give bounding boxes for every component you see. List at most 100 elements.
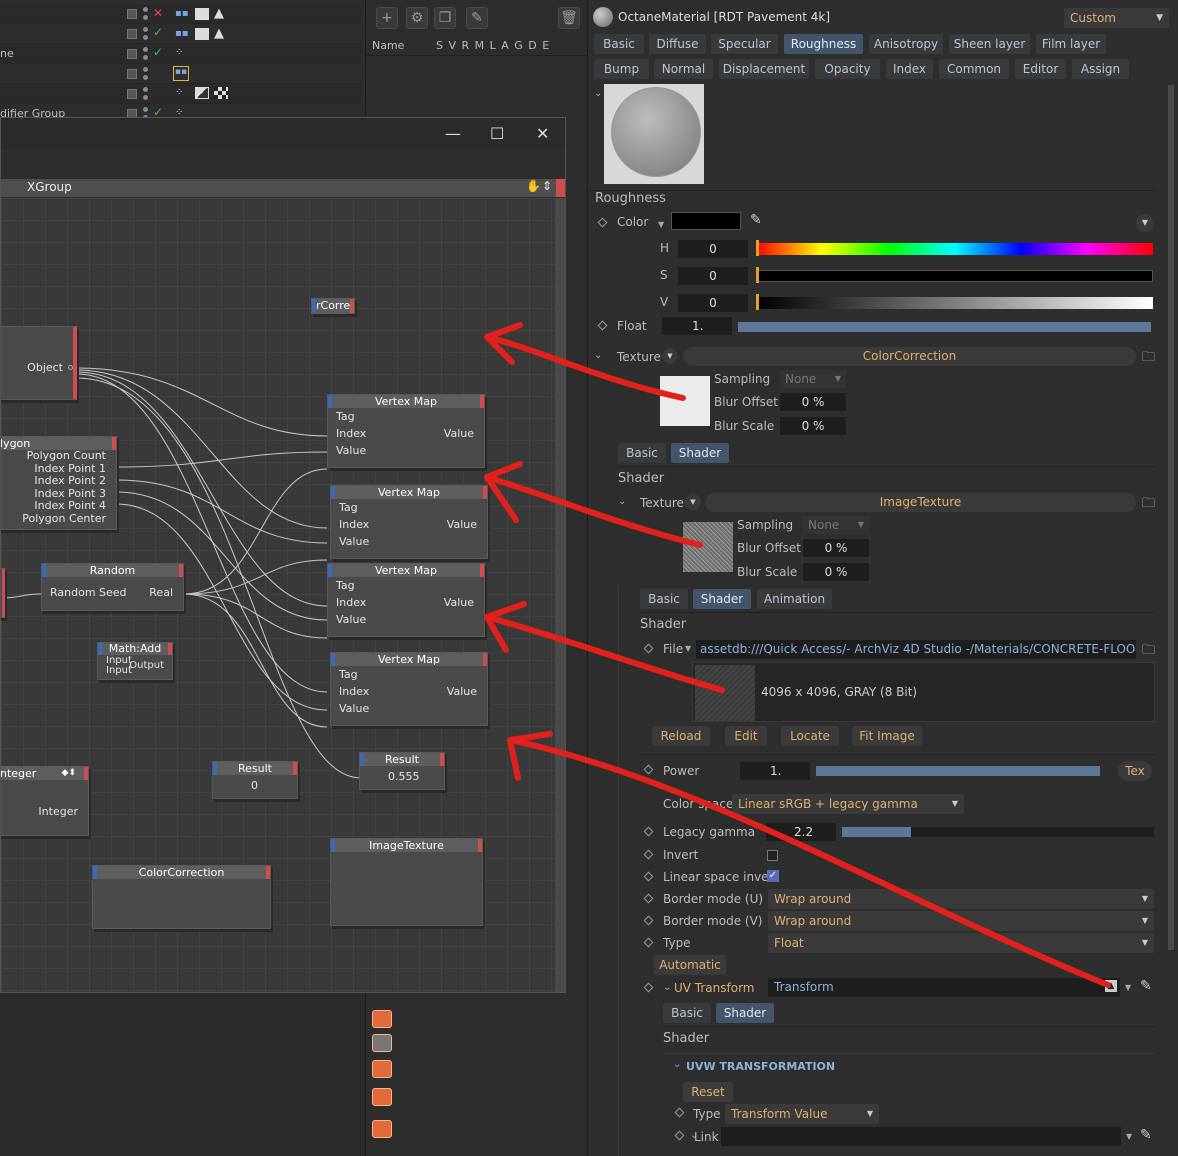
vertex-map-tag-icon[interactable]: ▪▪	[175, 28, 189, 40]
result-node[interactable]: Result 0.555	[359, 752, 445, 790]
link-field[interactable]	[721, 1127, 1121, 1146]
hue-slider[interactable]	[756, 243, 1153, 255]
it-blur-scale-field[interactable]: 0 %	[803, 563, 869, 581]
maximize-button[interactable]: ☐	[490, 124, 504, 143]
node-stub[interactable]	[1, 568, 5, 618]
close-button[interactable]: ✕	[536, 124, 549, 143]
checkbox-icon[interactable]	[127, 29, 137, 39]
tab-displacement[interactable]: Displacement	[719, 59, 809, 79]
vertex-map-node[interactable]: Vertex Map Tag Index Value Value	[330, 652, 488, 726]
keyframe-icon[interactable]	[643, 937, 654, 948]
tab-basic[interactable]: Basic	[594, 34, 644, 54]
preset-dropdown[interactable]: Custom ▼	[1064, 8, 1169, 28]
tab-bump[interactable]: Bump	[594, 59, 649, 79]
enabled-check-icon[interactable]: ✓	[153, 45, 163, 59]
math-add-node[interactable]: Math:Add Input Input Output	[97, 642, 173, 680]
tex-button[interactable]: Tex	[1118, 761, 1152, 781]
imagetexture-node[interactable]: ImageTexture	[330, 838, 483, 926]
hue-field[interactable]: 0	[678, 240, 748, 258]
tab-roughness[interactable]: Roughness	[784, 34, 863, 54]
checkbox-icon[interactable]	[127, 89, 137, 99]
tab-normal[interactable]: Normal	[654, 59, 713, 79]
material-icon[interactable]	[372, 1088, 392, 1106]
uv-transform-link[interactable]: Transform	[768, 978, 1120, 997]
cc-sampling-dropdown[interactable]: None ▼	[780, 370, 846, 388]
it-tab-basic[interactable]: Basic	[640, 589, 688, 609]
vertex-map-node[interactable]: Vertex Map Tag Index Value Value	[327, 563, 485, 637]
material-icon[interactable]	[372, 1034, 392, 1052]
uv-tab-basic[interactable]: Basic	[663, 1003, 711, 1023]
tab-opacity[interactable]: Opacity	[815, 59, 880, 79]
sort-icon[interactable]: ⇕	[542, 179, 552, 193]
tab-assign[interactable]: Assign	[1072, 59, 1129, 79]
object-row[interactable]: ✓ ▪▪ ▲	[0, 24, 362, 44]
eyedropper-icon[interactable]: ✎	[750, 212, 762, 228]
reload-button[interactable]: Reload	[652, 726, 710, 746]
panel-scrollbar[interactable]	[1168, 85, 1174, 950]
polygon-node[interactable]: lygon Polygon Count Index Point 1 Index …	[1, 436, 117, 530]
chevron-down-icon[interactable]: ⌄	[663, 982, 671, 993]
edit-button[interactable]: Edit	[725, 726, 767, 746]
object-row[interactable]: ⁘	[0, 84, 362, 104]
keyframe-icon[interactable]	[643, 893, 654, 904]
border-v-dropdown[interactable]: Wrap around ▼	[768, 911, 1154, 931]
chevron-down-icon[interactable]: ▼	[1136, 214, 1154, 232]
keyframe-icon[interactable]	[643, 982, 654, 993]
checkbox-icon[interactable]	[127, 9, 137, 19]
keyframe-icon[interactable]	[643, 915, 654, 926]
chevron-down-icon[interactable]: ⌄	[618, 496, 626, 507]
tab-film-layer[interactable]: Film layer	[1036, 34, 1106, 54]
chevron-down-icon[interactable]: ▼	[1126, 1132, 1132, 1141]
it-tab-shader[interactable]: Shader	[693, 589, 751, 609]
xpresso-tag-icon[interactable]	[195, 8, 209, 20]
chevron-down-icon[interactable]: ⌄	[594, 350, 602, 361]
hand-icon[interactable]: ✋	[526, 179, 541, 193]
float-slider[interactable]	[738, 322, 1151, 332]
xpresso-tag-icon[interactable]	[195, 28, 209, 40]
keyframe-icon[interactable]	[674, 1130, 685, 1141]
linear-invert-checkbox[interactable]: ✓	[767, 870, 779, 882]
gamma-field[interactable]: 2.2	[766, 823, 836, 841]
texture-shader-link[interactable]: ColorCorrection	[683, 347, 1136, 366]
xgroup-header[interactable]: XGroup ✋ ⇕	[1, 179, 565, 197]
file-path-field[interactable]: assetdb:///Quick Access/- ArchViz 4D Stu…	[696, 640, 1136, 659]
object-row[interactable]: ▪▪	[0, 64, 362, 84]
cc-blur-offset-field[interactable]: 0 %	[780, 393, 846, 411]
keyframe-icon[interactable]	[643, 643, 654, 654]
phong-tag-icon[interactable]: ▲	[214, 26, 228, 41]
uv-tab-shader[interactable]: Shader	[716, 1003, 774, 1023]
keyframe-icon[interactable]	[643, 826, 654, 837]
gear-icon[interactable]: ⚙	[406, 7, 428, 29]
chevron-down-icon[interactable]: ⌄	[594, 88, 602, 99]
eyedropper-icon[interactable]: ✎	[466, 7, 488, 29]
colorspace-dropdown[interactable]: Linear sRGB + legacy gamma ▼	[732, 794, 964, 814]
chevron-down-icon[interactable]: ▼	[685, 494, 701, 510]
colorcorrection-node-mini[interactable]: rCorre	[311, 298, 355, 314]
chevron-down-icon[interactable]: ▼	[662, 348, 678, 364]
stepper-icon[interactable]: ◆⬍	[62, 768, 76, 778]
node-canvas[interactable]: rCorre Object lygon Polygon Count Index …	[1, 198, 555, 992]
checkbox-icon[interactable]	[127, 49, 137, 59]
material-icon[interactable]	[372, 1120, 392, 1138]
eyedropper-icon[interactable]: ✎	[1140, 1127, 1152, 1143]
border-u-dropdown[interactable]: Wrap around ▼	[768, 889, 1154, 909]
minimize-button[interactable]: —	[445, 124, 461, 143]
vertex-map-tag-icon[interactable]: ▪▪	[175, 8, 189, 20]
reset-button[interactable]: Reset	[683, 1082, 733, 1102]
trash-icon[interactable]: 🗑	[558, 7, 580, 29]
keyframe-icon[interactable]	[597, 217, 608, 228]
power-slider[interactable]	[816, 766, 1100, 776]
locate-button[interactable]: Locate	[781, 726, 839, 746]
tab-index[interactable]: Index	[886, 59, 933, 79]
tab-specular[interactable]: Specular	[711, 34, 778, 54]
tab-editor[interactable]: Editor	[1015, 59, 1066, 79]
fit-image-button[interactable]: Fit Image	[852, 726, 922, 746]
object-row[interactable]: ne ✓ ⁘	[0, 44, 362, 64]
saturation-slider[interactable]	[756, 270, 1153, 282]
power-field[interactable]: 1.	[740, 762, 810, 780]
colorcorrection-node[interactable]: ColorCorrection	[92, 865, 271, 929]
cc-tab-basic[interactable]: Basic	[618, 443, 666, 463]
result-node[interactable]: Result 0	[212, 761, 298, 799]
color-swatch[interactable]	[671, 212, 741, 230]
object-row[interactable]: ✕ ▪▪ ▲	[0, 4, 362, 24]
